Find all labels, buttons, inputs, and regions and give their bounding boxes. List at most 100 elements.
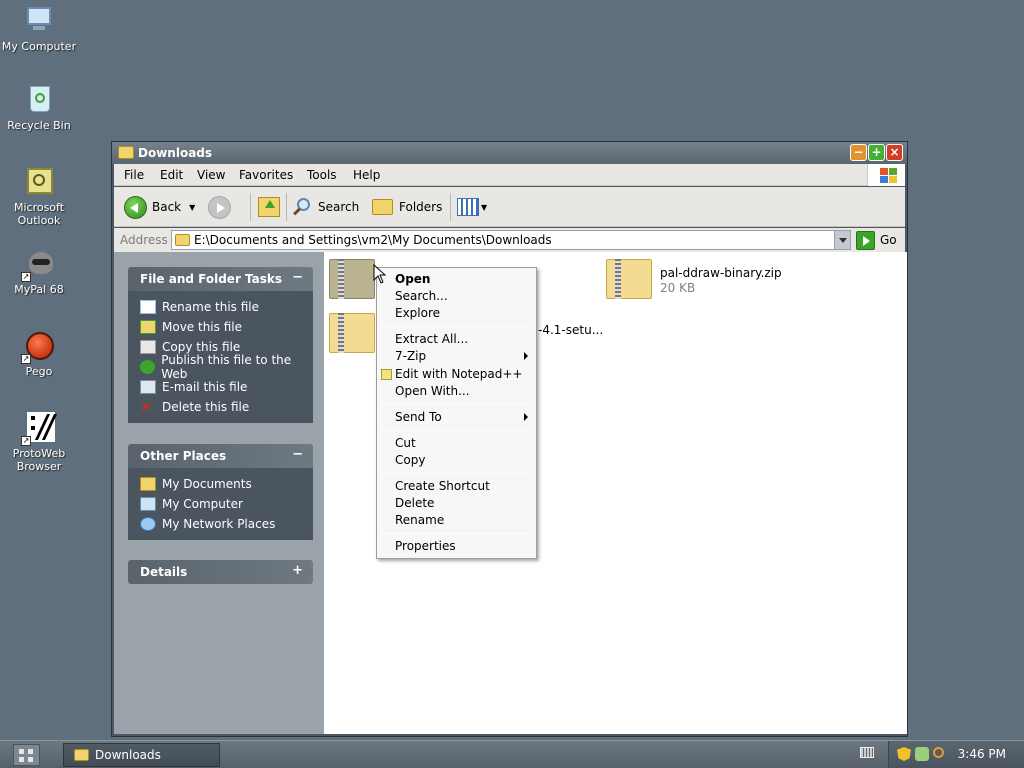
title-bar[interactable]: Downloads − + × [112, 142, 907, 164]
file-item[interactable] [329, 259, 375, 299]
menu-item-create-shortcut[interactable]: Create Shortcut [395, 479, 490, 493]
menu-item-explore[interactable]: Explore [395, 306, 440, 320]
folder-icon [74, 749, 89, 761]
desktop-icon-recycle-bin[interactable]: Recycle Bin [0, 84, 78, 132]
place-label: My Computer [162, 497, 243, 511]
file-name[interactable]: pal-ddraw-binary.zip [660, 266, 782, 280]
submenu-arrow-icon [524, 352, 528, 360]
task-move[interactable]: Move this file [128, 317, 313, 337]
up-folder-button[interactable] [258, 195, 280, 219]
maximize-button[interactable]: + [868, 144, 885, 161]
email-icon [140, 380, 156, 394]
menu-item-delete[interactable]: Delete [395, 496, 434, 510]
panel-header[interactable]: File and Folder Tasks − [128, 267, 313, 291]
recycle-bin-icon [23, 84, 55, 116]
menu-item-open-with[interactable]: Open With... [395, 384, 470, 398]
up-folder-icon [258, 197, 280, 217]
menu-edit[interactable]: Edit [160, 168, 183, 182]
address-dropdown-button[interactable] [834, 231, 850, 249]
place-my-network[interactable]: My Network Places [128, 514, 313, 534]
start-button[interactable] [13, 744, 40, 766]
zip-folder-icon [329, 259, 375, 299]
my-documents-icon [140, 477, 156, 491]
desktop-icon-mypal[interactable]: ↗ MyPal 68 [0, 248, 78, 296]
expand-icon[interactable]: + [292, 563, 303, 578]
task-rename[interactable]: Rename this file [128, 297, 313, 317]
clock[interactable]: 3:46 PM [958, 747, 1006, 761]
computer-icon [23, 5, 55, 37]
menu-item-send-to[interactable]: Send To [395, 410, 442, 424]
search-icon [292, 197, 312, 217]
delete-icon: ✕ [140, 398, 153, 416]
taskbar-button-downloads[interactable]: Downloads [63, 743, 220, 767]
desktop-icon-label: Recycle Bin [7, 119, 71, 132]
views-button[interactable]: ▼ [457, 195, 487, 219]
folders-label: Folders [399, 200, 443, 214]
back-label: Back [152, 200, 182, 214]
file-folder-tasks-panel: File and Folder Tasks − Rename this file… [128, 267, 313, 423]
menu-item-open[interactable]: Open [395, 272, 430, 286]
menu-separator [380, 430, 533, 431]
menu-file[interactable]: File [124, 168, 144, 182]
desktop-icon-pego[interactable]: ↗ Pego [0, 330, 78, 378]
pego-icon: ↗ [21, 330, 55, 364]
desktop-icon-my-computer[interactable]: My Computer [0, 5, 78, 53]
go-button[interactable]: Go [856, 230, 897, 250]
window-title: Downloads [138, 146, 213, 160]
folder-icon [175, 234, 190, 246]
menu-item-cut[interactable]: Cut [395, 436, 416, 450]
file-item[interactable] [606, 259, 652, 299]
menu-item-properties[interactable]: Properties [395, 539, 456, 553]
close-button[interactable]: × [886, 144, 903, 161]
menu-item-search[interactable]: Search... [395, 289, 448, 303]
task-publish[interactable]: Publish this file to the Web [128, 353, 313, 381]
place-label: My Documents [162, 477, 252, 491]
collapse-icon[interactable]: − [292, 270, 303, 285]
menu-favorites[interactable]: Favorites [239, 168, 293, 182]
folders-icon [372, 199, 393, 215]
network-icon[interactable] [915, 747, 929, 761]
context-menu: Open Search... Explore Extract All... 7-… [376, 267, 537, 559]
panel-header[interactable]: Other Places − [128, 444, 313, 468]
menu-bar: File Edit View Favorites Tools Help [114, 164, 905, 186]
search-label: Search [318, 200, 360, 214]
file-item[interactable] [329, 313, 375, 353]
address-input[interactable]: E:\Documents and Settings\vm2\My Documen… [171, 230, 851, 250]
panel-header[interactable]: Details + [128, 560, 313, 584]
go-arrow-icon [856, 230, 875, 250]
menu-item-rename[interactable]: Rename [395, 513, 444, 527]
folders-button[interactable]: Folders [372, 195, 442, 219]
search-button[interactable]: Search [292, 195, 359, 219]
menu-item-edit-notepadpp[interactable]: Edit with Notepad++ [395, 367, 522, 381]
desktop-icon-label: Microsoft Outlook [13, 201, 65, 227]
menu-item-7zip[interactable]: 7-Zip [395, 349, 426, 363]
keyboard-icon[interactable] [860, 747, 874, 758]
menu-item-copy[interactable]: Copy [395, 453, 425, 467]
menu-separator [380, 533, 533, 534]
minimize-button[interactable]: − [850, 144, 867, 161]
protoweb-icon: ↗ [21, 412, 58, 446]
forward-button[interactable] [208, 195, 231, 219]
submenu-arrow-icon [524, 413, 528, 421]
desktop-icon-protoweb[interactable]: ↗ ProtoWeb Browser [0, 412, 78, 473]
mypal-icon: ↗ [21, 248, 55, 282]
computer-icon [140, 497, 156, 511]
menu-help[interactable]: Help [353, 168, 380, 182]
task-delete[interactable]: ✕ Delete this file [128, 397, 313, 417]
dropdown-arrow-icon[interactable]: ▼ [189, 203, 195, 212]
zip-folder-icon [329, 313, 375, 353]
file-name[interactable]: -4.1-setu... [538, 323, 603, 337]
security-shield-icon[interactable] [897, 747, 911, 761]
menu-view[interactable]: View [197, 168, 225, 182]
forward-arrow-icon [208, 195, 231, 219]
place-my-documents[interactable]: My Documents [128, 474, 313, 494]
taskbar-button-label: Downloads [95, 748, 161, 762]
menu-tools[interactable]: Tools [307, 168, 337, 182]
menu-item-extract-all[interactable]: Extract All... [395, 332, 468, 346]
back-button[interactable]: Back ▼ [124, 195, 195, 219]
search-tray-icon[interactable] [933, 747, 944, 758]
place-my-computer[interactable]: My Computer [128, 494, 313, 514]
collapse-icon[interactable]: − [292, 447, 303, 462]
desktop-icon-outlook[interactable]: Microsoft Outlook [0, 166, 78, 227]
move-icon [140, 320, 156, 334]
